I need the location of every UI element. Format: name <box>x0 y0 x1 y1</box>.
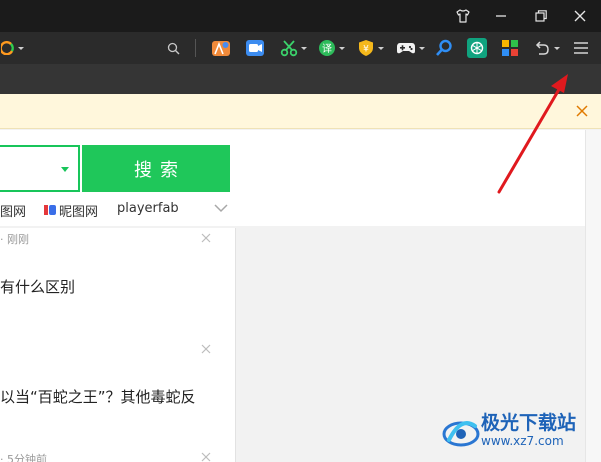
chevron-down-icon <box>17 46 24 50</box>
hot-link[interactable]: 昵图网 <box>59 201 98 220</box>
screenshot-button[interactable] <box>278 38 308 58</box>
feed-item-meta: · 5分钟前 <box>0 453 47 462</box>
chevron-down-icon <box>300 46 307 50</box>
browser-window: 译 ¥ 搜索 图网 昵图网 playerfab · 刚刚 有什么区别 以当“百蛇… <box>0 0 601 462</box>
chevron-down-icon <box>377 46 384 50</box>
image-translate-icon <box>212 41 230 56</box>
restore-icon <box>535 10 547 22</box>
feed-item-title[interactable]: 以当“百蛇之王”？其他毒蛇反 <box>0 386 196 407</box>
watermark-title: 极光下载站 <box>481 412 577 434</box>
search-engine-logo-icon <box>0 41 14 55</box>
undo-icon <box>535 41 549 55</box>
svg-text:译: 译 <box>322 43 332 55</box>
toolbar-divider <box>195 39 196 57</box>
undo-button[interactable] <box>531 38 561 58</box>
game-button[interactable] <box>394 38 426 58</box>
search-engine-switcher[interactable] <box>0 38 24 58</box>
watermark-url: www.xz7.com <box>481 434 564 448</box>
feed-item-meta: · 刚刚 <box>0 233 29 246</box>
notification-bar <box>0 94 601 129</box>
skin-icon <box>456 9 470 23</box>
hot-links: 图网 昵图网 playerfab <box>0 199 240 221</box>
gamepad-icon <box>396 43 415 54</box>
search-button[interactable]: 搜索 <box>82 145 230 192</box>
hot-link[interactable]: 图网 <box>0 201 26 220</box>
watermark: 极光下载站 www.xz7.com <box>441 408 597 456</box>
hot-link[interactable]: playerfab <box>117 201 179 216</box>
notification-close-button[interactable] <box>574 103 590 119</box>
nipic-logo-icon <box>44 205 56 215</box>
chevron-down-icon <box>418 46 425 50</box>
chatgpt-icon <box>467 38 487 58</box>
skin-button[interactable] <box>443 0 483 32</box>
minimize-button[interactable] <box>481 0 521 32</box>
translate-icon: 译 <box>318 40 335 56</box>
zoom-search-icon <box>436 39 452 56</box>
watermark-logo-icon <box>442 421 480 447</box>
zoom-search-button[interactable] <box>434 38 454 58</box>
search-suggest-dropdown[interactable] <box>61 167 69 172</box>
apps-grid-icon <box>502 40 518 56</box>
bookmark-bar <box>0 64 601 94</box>
chevron-down-icon <box>338 46 345 50</box>
feed-item-title[interactable]: 有什么区别 <box>0 276 75 297</box>
image-translate-button[interactable] <box>210 38 232 58</box>
video-button[interactable] <box>244 38 266 58</box>
minimize-icon <box>496 15 506 17</box>
search-icon <box>167 42 179 54</box>
close-icon[interactable] <box>201 344 211 354</box>
menu-icon <box>574 42 588 54</box>
chevron-down-icon <box>553 46 560 50</box>
close-button[interactable] <box>560 0 600 32</box>
svg-text:¥: ¥ <box>363 45 369 55</box>
translate-button[interactable]: 译 <box>316 38 346 58</box>
apps-button[interactable] <box>500 38 520 58</box>
close-icon <box>576 105 588 117</box>
title-bar <box>0 0 601 32</box>
close-icon[interactable] <box>201 233 211 243</box>
close-icon <box>574 10 586 22</box>
wallet-icon: ¥ <box>358 40 373 56</box>
main-menu-button[interactable] <box>570 38 592 58</box>
toolbar-search-button[interactable] <box>164 38 182 58</box>
chatgpt-button[interactable] <box>466 38 488 58</box>
chevron-down-icon[interactable] <box>214 203 228 213</box>
scissors-icon <box>280 40 297 57</box>
video-icon <box>246 40 264 56</box>
wallet-button[interactable]: ¥ <box>355 38 385 58</box>
close-icon[interactable] <box>201 452 211 462</box>
restore-button[interactable] <box>521 0 561 32</box>
